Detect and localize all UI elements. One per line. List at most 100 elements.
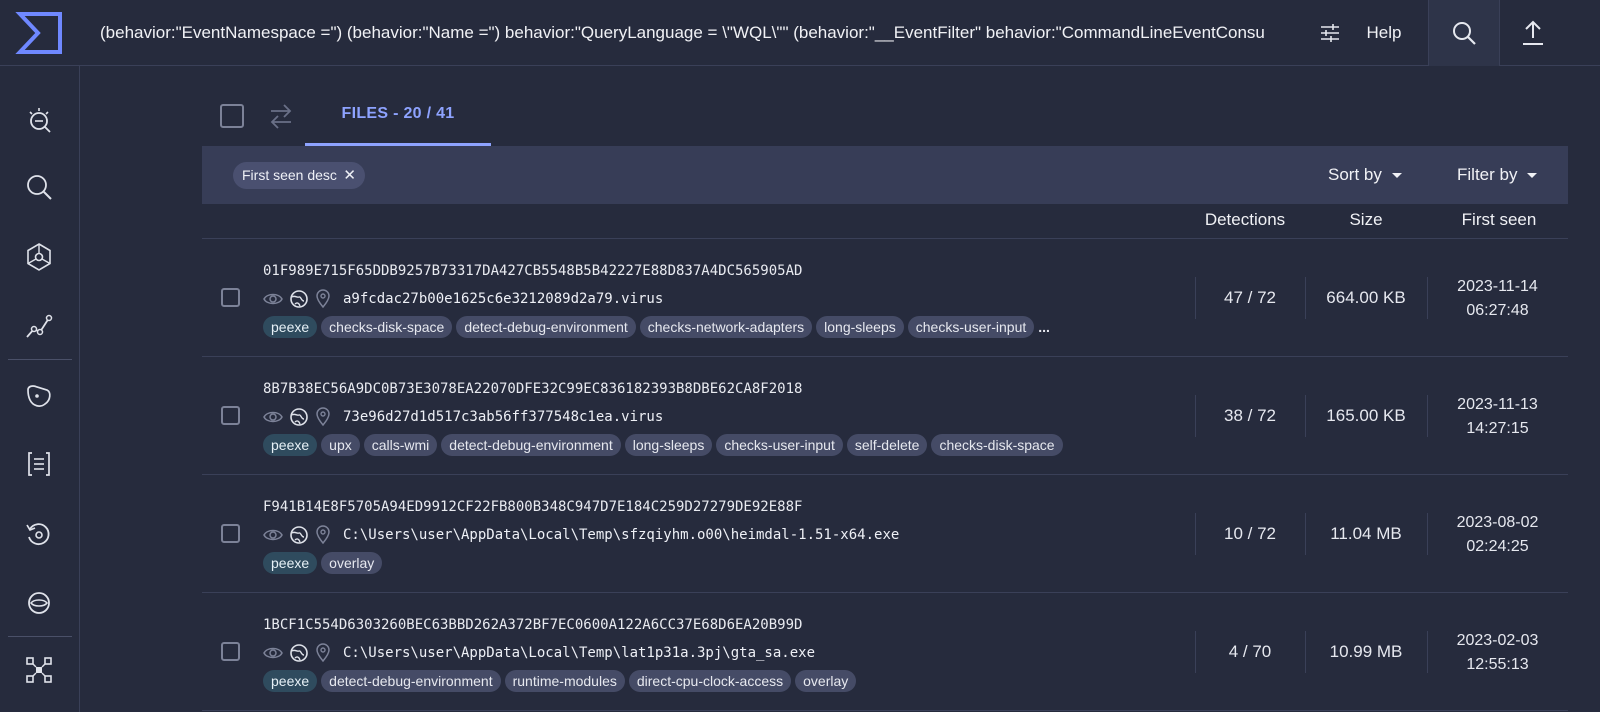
eye-icon[interactable] [263,526,283,544]
swap-arrows-icon [270,104,292,129]
tag-chip[interactable]: peexe [263,316,318,338]
first-seen-date: 2023-02-03 [1456,632,1539,649]
globe-icon[interactable] [289,289,309,309]
row-checkbox[interactable] [221,288,240,307]
column-header-detections[interactable]: Detections [1195,210,1295,230]
table-row[interactable]: 1BCF1C554D6303260BEC63BBD262A372BF7EC060… [202,593,1568,711]
file-name[interactable]: a9fcdac27b00e1625c6e3212089d2a79.virus [343,289,663,309]
file-hash[interactable]: 8B7B38EC56A9DC0B73E3078EA22070DFE32C99EC… [263,381,802,397]
tag-chip[interactable]: direct-cpu-clock-access [628,670,792,692]
sort-by-dropdown[interactable]: Sort by [1328,146,1402,204]
row-checkbox[interactable] [221,642,240,661]
row-icons [263,525,331,545]
tag-chip[interactable]: detect-debug-environment [441,434,621,456]
table-row[interactable]: F941B14E8F5705A94ED9912CF22FB800B348C947… [202,475,1568,593]
tag-chip[interactable]: self-delete [846,434,928,456]
globe-icon[interactable] [289,407,309,427]
eye-icon[interactable] [263,644,283,662]
row-checkbox[interactable] [221,406,240,425]
detections-value: 4 / 70 [1228,642,1272,661]
tab-files[interactable]: FILES - 20 / 41 [305,66,491,146]
tag-chip[interactable]: checks-disk-space [931,434,1063,456]
tag-chip[interactable]: overlay [321,552,383,574]
tag-chip[interactable]: checks-disk-space [321,316,453,338]
eye-icon[interactable] [263,290,283,308]
table-row[interactable]: 8B7B38EC56A9DC0B73E3078EA22070DFE32C99EC… [202,357,1568,475]
trend-icon [26,314,53,338]
top-bar: (behavior:"EventNamespace =") (behavior:… [0,0,1600,66]
search-query-text[interactable]: (behavior:"EventNamespace =") (behavior:… [100,0,1295,66]
filter-settings-button[interactable] [1310,0,1350,66]
tag-chip[interactable]: upx [321,434,360,456]
tag-chip[interactable]: overlay [795,670,857,692]
side-nav-intelligence[interactable] [0,583,78,623]
side-nav-graph[interactable] [0,237,78,277]
side-nav-analytics[interactable] [0,306,78,346]
file-hash[interactable]: F941B14E8F5705A94ED9912CF22FB800B348C947… [263,499,802,515]
filter-bar: First seen desc ✕ Sort by Filter by [202,146,1568,204]
sort-chip[interactable]: First seen desc ✕ [233,162,365,189]
column-header-first-seen[interactable]: First seen [1442,210,1556,230]
file-name[interactable]: C:\Users\user\AppData\Local\Temp\lat1p31… [343,643,815,663]
tag-chip[interactable]: peexe [263,670,318,692]
table-header: Detections Size First seen [202,204,1568,239]
sort-chip-label: First seen desc [242,167,337,183]
side-nav-threat-actors[interactable] [0,376,78,416]
globe-icon[interactable] [289,525,309,545]
search-icon [27,175,52,200]
detections-value: 47 / 72 [1224,288,1276,307]
globe-icon[interactable] [289,643,309,663]
tag-chip[interactable]: peexe [263,434,318,456]
file-name[interactable]: C:\Users\user\AppData\Local\Temp\sfzqiyh… [343,525,899,545]
tag-chip[interactable]: checks-user-input [716,434,843,456]
first-seen-time: 06:27:48 [1466,302,1529,319]
file-hash[interactable]: 01F989E715F65DDB9257B73317DA427CB5548B5B… [263,263,802,279]
upload-button[interactable] [1500,0,1566,66]
help-link[interactable]: Help [1358,0,1410,66]
search-button[interactable] [1429,0,1499,66]
first-seen-date: 2023-11-14 [1457,278,1538,295]
tag-chip[interactable]: checks-user-input [907,316,1035,338]
chevron-down-icon [1527,173,1538,179]
file-hash[interactable]: 1BCF1C554D6303260BEC63BBD262A372BF7EC060… [263,617,802,633]
select-all-checkbox[interactable] [220,104,244,128]
location-pin-icon[interactable] [315,289,331,309]
tag-chip[interactable]: long-sleeps [624,434,713,456]
side-nav-hunting[interactable] [0,100,78,140]
location-pin-icon[interactable] [315,525,331,545]
first-seen-time: 14:27:15 [1466,420,1529,437]
side-nav-collections[interactable] [0,444,78,484]
tag-chip[interactable]: checks-network-adapters [639,316,813,338]
app-logo[interactable] [0,0,80,66]
table-row[interactable]: 01F989E715F65DDB9257B73317DA427CB5548B5B… [202,239,1568,357]
side-nav-graph-explorer[interactable] [0,650,78,690]
side-nav-retrohunt[interactable] [0,515,78,555]
file-name[interactable]: 73e96d27d1d517c3ab56ff377548c1ea.virus [343,407,663,427]
filter-by-dropdown[interactable]: Filter by [1457,146,1538,204]
tag-chip[interactable]: calls-wmi [363,434,438,456]
tag-chip[interactable]: peexe [263,552,318,574]
tag-chip[interactable]: long-sleeps [816,316,904,338]
location-pin-icon[interactable] [315,643,331,663]
first-seen-value: 2023-11-13 14:27:15 [1427,393,1568,441]
side-nav [0,66,80,712]
size-value: 165.00 KB [1326,406,1406,425]
close-icon[interactable]: ✕ [343,162,356,189]
side-nav-search[interactable] [0,167,78,207]
bracket-list-icon [28,452,50,476]
more-tags-indicator[interactable]: ... [1038,316,1050,338]
tag-list: peexe detect-debug-environment runtime-mod… [263,670,857,692]
eye-icon[interactable] [263,408,283,426]
sigma-logo-icon [15,12,62,54]
size-value: 11.04 MB [1330,524,1402,543]
tag-chip[interactable]: runtime-modules [504,670,625,692]
location-pin-icon[interactable] [315,407,331,427]
search-icon [1453,22,1476,45]
tag-list: peexe checks-disk-space detect-debug-envir… [263,316,1050,338]
column-header-size[interactable]: Size [1326,210,1406,230]
tag-chip[interactable]: detect-debug-environment [321,670,501,692]
row-checkbox[interactable] [221,524,240,543]
swap-view-button[interactable] [268,102,294,135]
tag-chip[interactable]: detect-debug-environment [456,316,636,338]
first-seen-value: 2023-08-02 02:24:25 [1427,511,1568,559]
